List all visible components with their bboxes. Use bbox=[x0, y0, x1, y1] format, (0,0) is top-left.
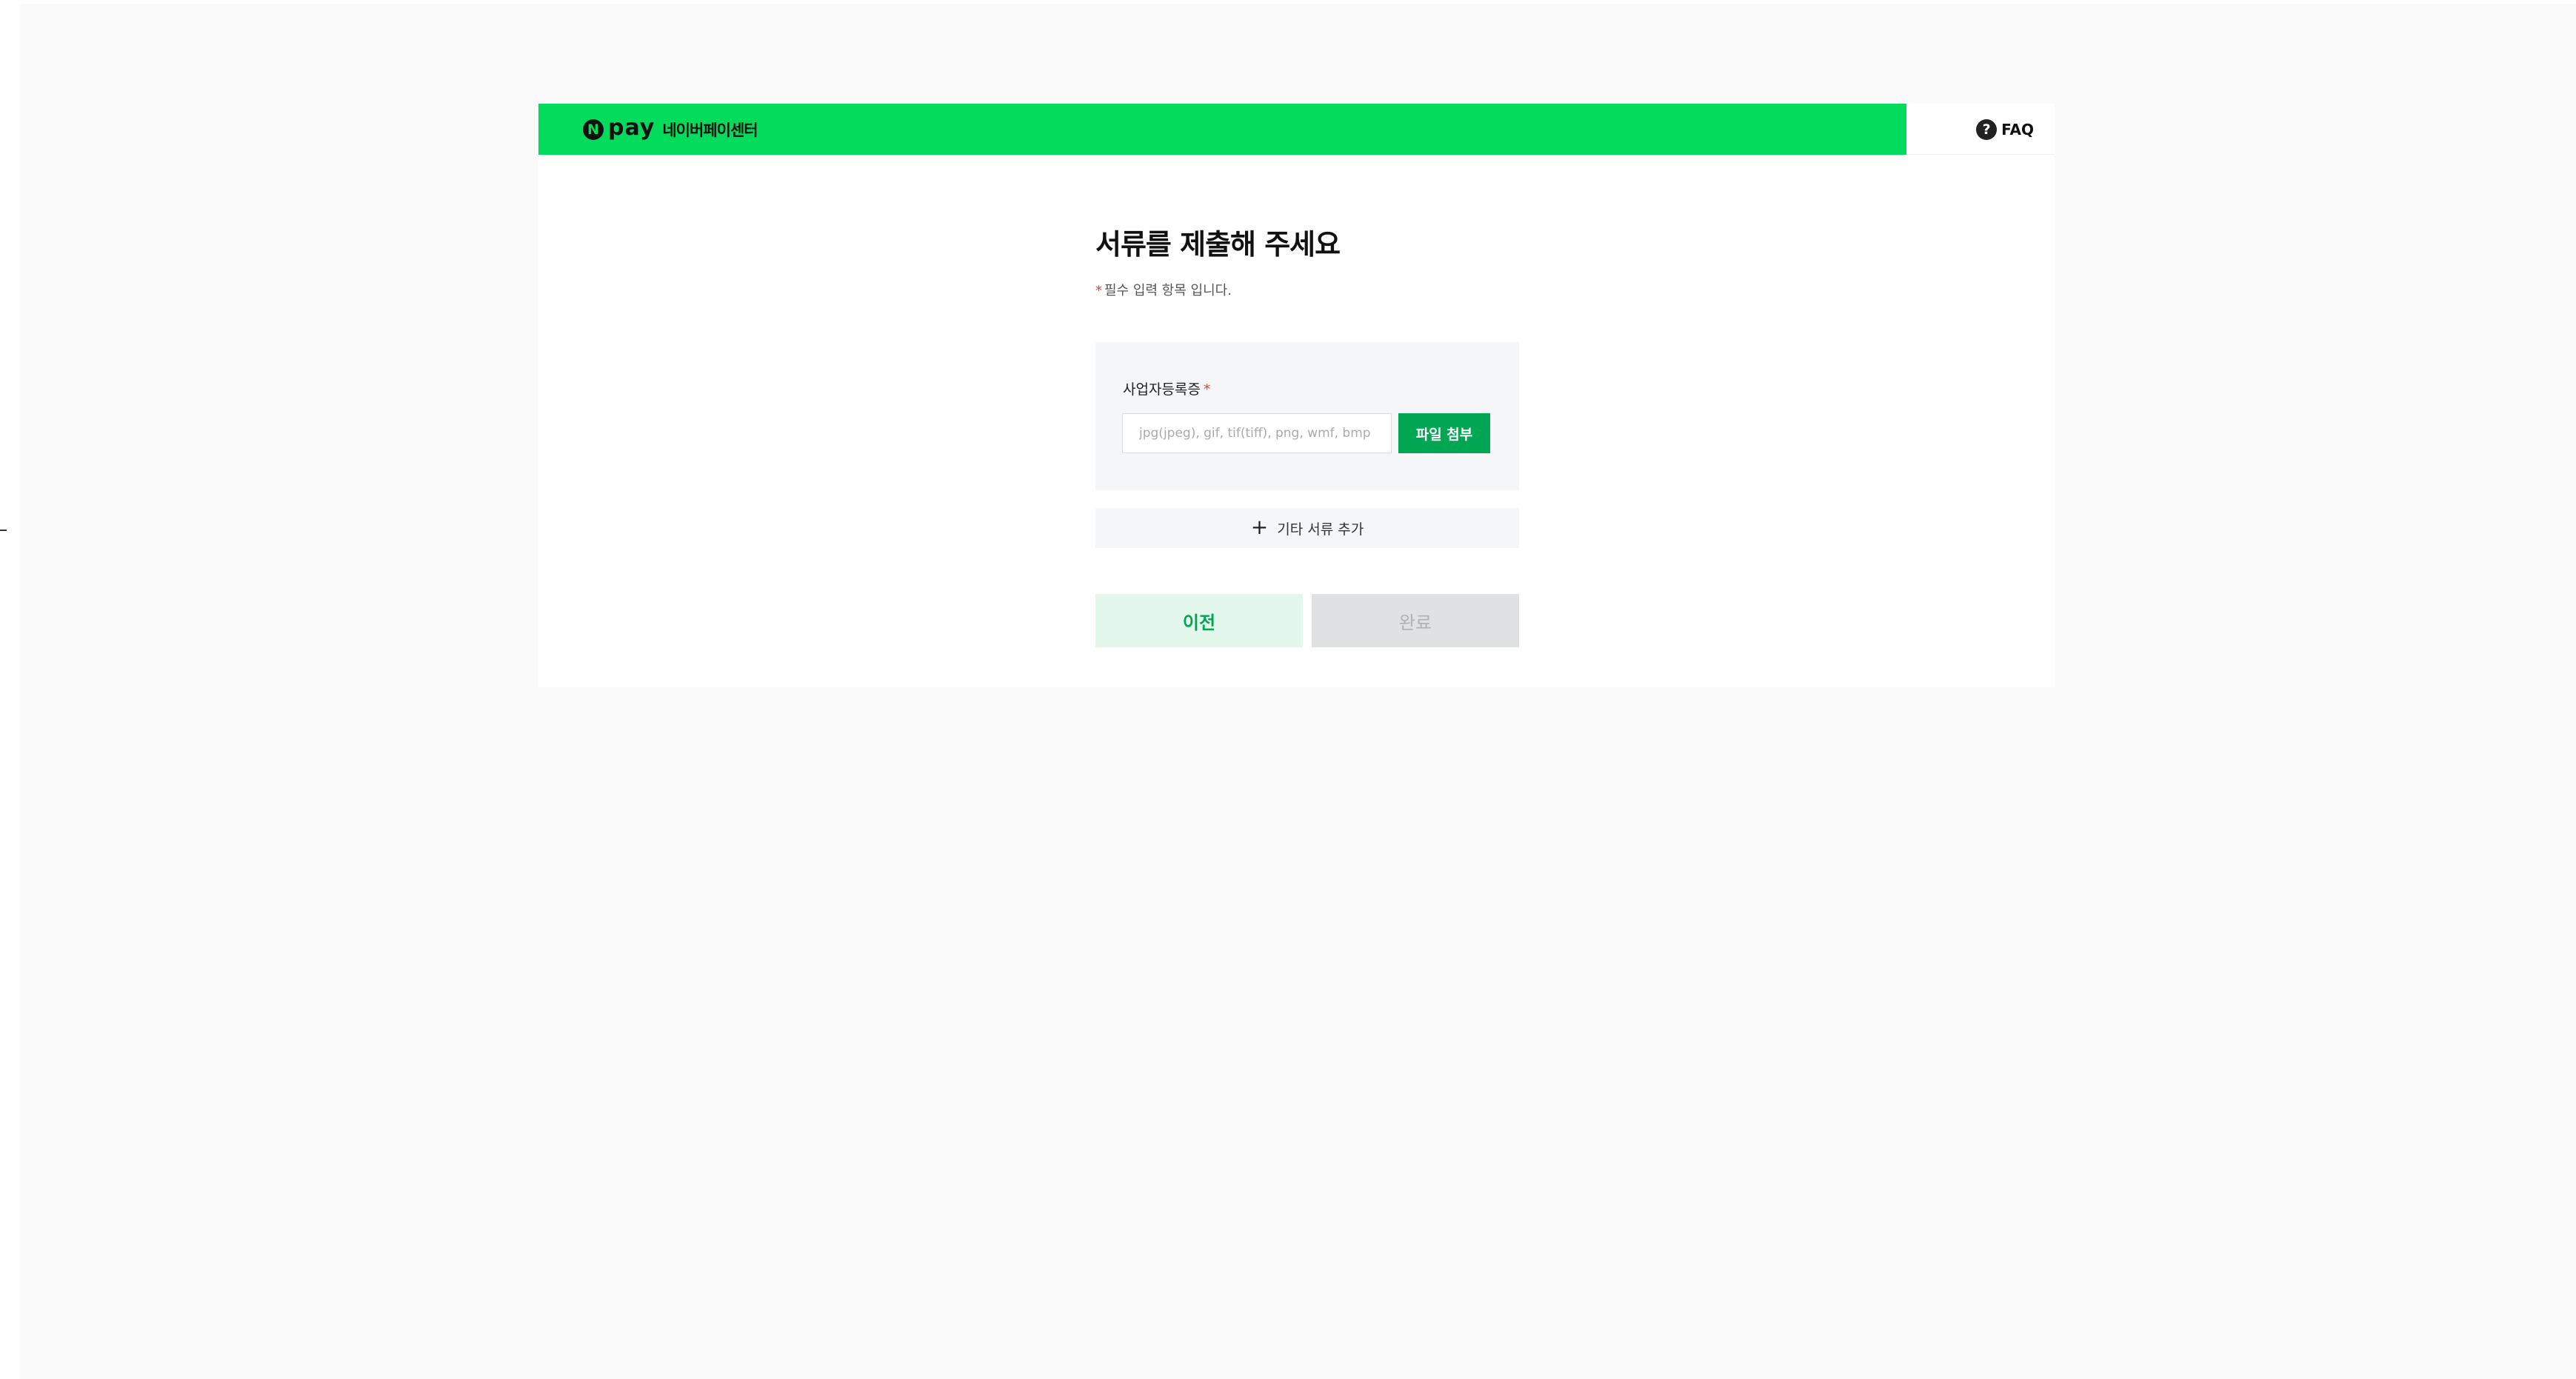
done-button[interactable]: 완료 bbox=[1312, 594, 1519, 647]
npay-n-icon: N bbox=[583, 118, 604, 140]
faq-label: FAQ bbox=[2001, 120, 2034, 138]
prev-button[interactable]: 이전 bbox=[1095, 594, 1303, 647]
attach-file-button[interactable]: 파일 첨부 bbox=[1398, 413, 1490, 453]
add-document-label: 기타 서류 추가 bbox=[1277, 521, 1364, 538]
plus-icon: + bbox=[1250, 514, 1269, 539]
faq-link[interactable]: ? FAQ bbox=[1976, 104, 2034, 155]
page-title: 서류를 제출해 주세요 bbox=[1095, 228, 1341, 261]
required-asterisk: * bbox=[1203, 381, 1211, 398]
add-other-document-button[interactable]: + 기타 서류 추가 bbox=[1095, 508, 1519, 548]
brand-name: 네이버페이센터 bbox=[662, 121, 758, 139]
pay-wordmark: pay bbox=[608, 115, 655, 141]
question-circle-icon: ? bbox=[1976, 118, 1998, 140]
upload-field-label: 사업자등록증 * bbox=[1123, 378, 1210, 398]
top-bar: N pay 네이버페이센터 bbox=[538, 104, 1906, 155]
business-registration-upload: 사업자등록증* 파일 첨부 bbox=[1095, 342, 1519, 490]
required-note-text: 필수 입력 항목 입니다. bbox=[1104, 283, 1232, 298]
page-frame: N pay 네이버페이센터 ? FAQ 서류를 제출해 주세요 * 필수 입력 항… bbox=[538, 104, 2055, 687]
required-asterisk: * bbox=[1095, 283, 1102, 298]
required-note: * 필수 입력 항목 입니다. bbox=[1095, 280, 1232, 299]
file-name-input[interactable] bbox=[1122, 413, 1392, 453]
upload-field-label-text: 사업자등록증 bbox=[1123, 381, 1201, 398]
brand-logo[interactable]: N pay 네이버페이센터 bbox=[583, 104, 758, 155]
edge-marker bbox=[0, 530, 7, 531]
